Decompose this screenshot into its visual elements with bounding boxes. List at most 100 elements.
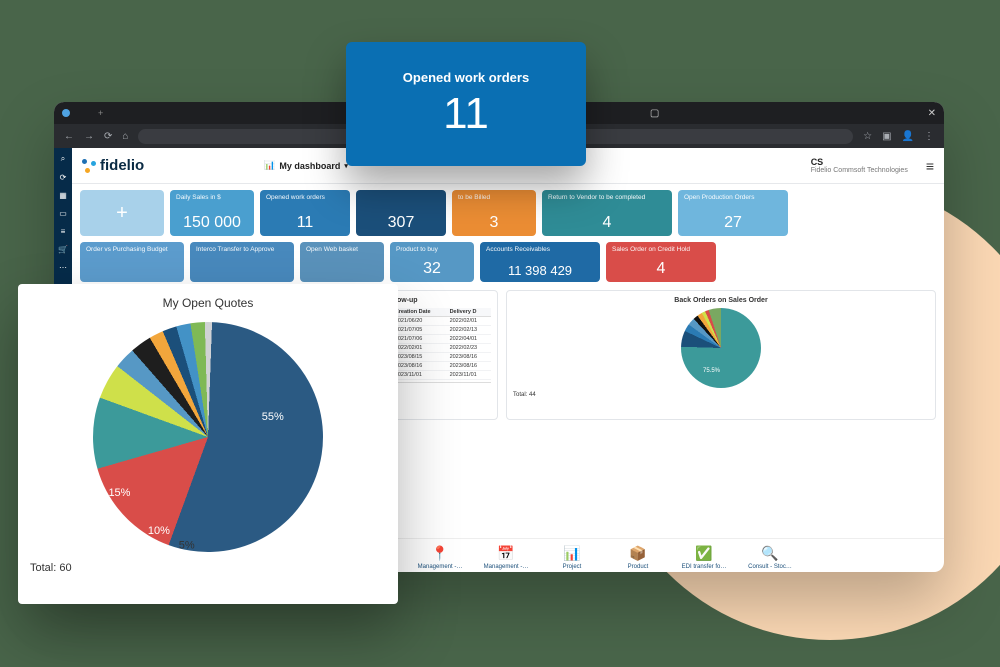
tile-opened-work-orders[interactable]: Opened work orders 11 [260, 190, 350, 236]
rail-building-icon[interactable]: ▦ [58, 190, 68, 200]
cell: 2022/02/23 [448, 344, 491, 353]
chart-icon: 📊 [264, 160, 275, 171]
cell: 2021/06/20 [393, 317, 448, 326]
tile-307[interactable]: 307 [356, 190, 446, 236]
tool-icon: 📅 [497, 545, 514, 562]
user-initials: CS [811, 157, 908, 167]
tile-to-be-billed[interactable]: to be Billed 3 [452, 190, 536, 236]
tile-label: to be Billed [458, 194, 530, 201]
tool-label: Management -… [418, 564, 463, 570]
tool-label: Consult - Stoc… [748, 564, 792, 570]
tool-product[interactable]: 📦Product [610, 545, 666, 570]
cell: 2023/08/16 [448, 362, 491, 371]
tab-indicator [62, 109, 70, 117]
ext-icon[interactable]: ▣ [882, 131, 891, 142]
tile-interco-transfer[interactable]: Interco Transfer to Approve [190, 242, 294, 282]
pie-label-5: 5% [179, 539, 195, 551]
tile-value: 32 [396, 260, 468, 278]
cell: 2022/02/01 [393, 344, 448, 353]
tile-value: 11 398 429 [486, 263, 594, 278]
brand-logo[interactable]: fidelio [82, 157, 144, 174]
cell: 2021/07/05 [393, 326, 448, 335]
profile-icon[interactable]: 👤 [902, 131, 914, 142]
popup-value: 11 [443, 89, 489, 139]
tool-icon: 📊 [563, 545, 580, 562]
panel-total: Total: 44 [513, 392, 929, 398]
cell: 2023/08/16 [393, 362, 448, 371]
cell: 2022/04/01 [448, 335, 491, 344]
tile-daily-sales[interactable]: Daily Sales in $ 150 000 [170, 190, 254, 236]
rail-cart-icon[interactable]: 🛒 [58, 244, 68, 254]
col-delivery[interactable]: Delivery D [448, 308, 491, 317]
tool-icon: ✅ [695, 545, 712, 562]
star-icon[interactable]: ☆ [863, 131, 872, 142]
tenant-selector[interactable]: CS Fidelio Commsoft Technologies [811, 157, 908, 174]
nav-back-icon[interactable]: ← [64, 131, 74, 142]
cell: 2023/08/15 [393, 353, 448, 362]
tile-label: Daily Sales in $ [176, 194, 248, 201]
tool-consult-stoc-[interactable]: 🔍 Consult - Stoc… [742, 545, 798, 570]
rail-more-icon[interactable]: ⋯ [58, 262, 68, 272]
tool-management-[interactable]: 📍 Management -… [412, 545, 468, 570]
rail-refresh-icon[interactable]: ⟳ [58, 172, 68, 182]
user-company: Fidelio Commsoft Technologies [811, 167, 908, 174]
card-my-open-quotes[interactable]: My Open Quotes 55% 15% 10% 5% Total: 60 [18, 284, 398, 604]
tile-value: 4 [548, 214, 666, 232]
kpi-row-1: + Daily Sales in $ 150 000 Opened work o… [72, 184, 944, 242]
new-tab-button[interactable]: + [98, 108, 103, 118]
window-close[interactable]: ✕ [928, 108, 936, 119]
tile-open-web-basket[interactable]: Open Web basket [300, 242, 384, 282]
tile-product-to-buy[interactable]: Product to buy 32 [390, 242, 474, 282]
pie-label-10: 10% [148, 525, 170, 537]
popup-opened-work-orders[interactable]: Opened work orders 11 [346, 42, 586, 166]
panel-back-orders[interactable]: Back Orders on Sales Order 75.5% Total: … [506, 290, 936, 420]
cell: 2022/02/01 [448, 317, 491, 326]
tile-label: Sales Order on Credit Hold [612, 246, 710, 253]
tile-label: Accounts Receivables [486, 246, 594, 253]
tile-label: Return to Vendor to be completed [548, 194, 666, 201]
col-created[interactable]: Creation Date [393, 308, 448, 317]
tile-order-vs-budget[interactable]: Order vs Purchasing Budget [80, 242, 184, 282]
tool-label: EDI transfer fo… [682, 564, 727, 570]
tile-label: Open Web basket [306, 246, 378, 253]
tool-label: Management -… [484, 564, 529, 570]
page-title-text: My dashboard [279, 161, 340, 171]
cell: 2022/02/13 [448, 326, 491, 335]
tile-value: 3 [458, 214, 530, 232]
page-title[interactable]: 📊 My dashboard ▾ [264, 160, 348, 171]
pie-pct: 75.5% [703, 368, 720, 374]
tool-management-[interactable]: 📅 Management -… [478, 545, 534, 570]
cell: 2021/07/06 [393, 335, 448, 344]
tool-icon: 🔍 [761, 545, 778, 562]
menu-icon[interactable]: ⋮ [924, 131, 934, 142]
tile-label: Opened work orders [266, 194, 344, 201]
tile-credit-hold[interactable]: Sales Order on Credit Hold 4 [606, 242, 716, 282]
nav-forward-icon[interactable]: → [84, 131, 94, 142]
quotes-total: Total: 60 [30, 562, 386, 574]
tile-return-vendor[interactable]: Return to Vendor to be completed 4 [542, 190, 672, 236]
tile-label: Order vs Purchasing Budget [86, 246, 178, 253]
cell: 2023/08/16 [448, 353, 491, 362]
rail-truck-icon[interactable]: ▭ [58, 208, 68, 218]
quotes-pie-chart: 55% 15% 10% 5% [61, 290, 356, 585]
tool-icon: 📍 [431, 545, 448, 562]
rail-search-icon[interactable]: ⌕ [58, 154, 68, 164]
tile-label: Product to buy [396, 246, 468, 253]
quotes-title: My Open Quotes [30, 296, 386, 310]
brand-text: fidelio [100, 157, 144, 174]
rail-chart-icon[interactable]: ≡ [58, 226, 68, 236]
tile-value: 4 [612, 260, 710, 278]
tool-project[interactable]: 📊Project [544, 545, 600, 570]
hamburger-icon[interactable]: ≡ [926, 158, 934, 174]
tool-label: Product [628, 564, 649, 570]
pie-label-55: 55% [262, 411, 284, 423]
add-tile-button[interactable]: + [80, 190, 164, 236]
nav-reload-icon[interactable]: ⟳ [104, 131, 112, 142]
tool-edi-transfer-fo-[interactable]: ✅ EDI transfer fo… [676, 545, 732, 570]
tile-value: 307 [362, 214, 440, 232]
window-maximize[interactable]: ▢ [650, 108, 659, 119]
tile-label: Open Production Orders [684, 194, 782, 201]
tile-accounts-receivable[interactable]: Accounts Receivables 11 398 429 [480, 242, 600, 282]
tile-open-production[interactable]: Open Production Orders 27 [678, 190, 788, 236]
nav-home-icon[interactable]: ⌂ [122, 131, 128, 142]
